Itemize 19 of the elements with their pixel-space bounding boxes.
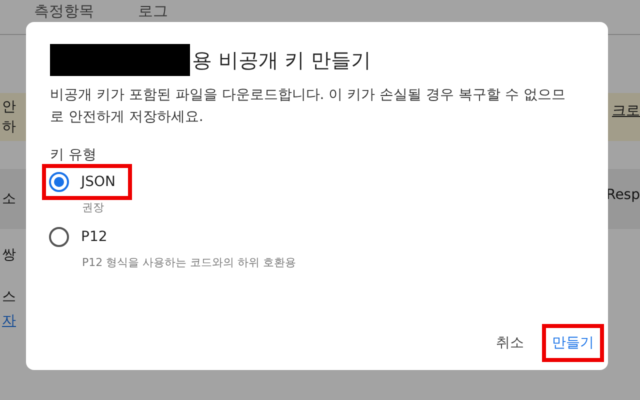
row-text: 스 bbox=[2, 288, 16, 307]
row-text: 소 bbox=[2, 190, 16, 208]
row-text: Resp bbox=[606, 187, 640, 203]
radio-button[interactable] bbox=[49, 227, 69, 247]
option-label: JSON bbox=[81, 174, 116, 190]
create-button[interactable]: 만들기 bbox=[546, 328, 600, 358]
dialog-description: 비공개 키가 포함된 파일을 다운로드합니다. 이 키가 손실될 경우 복구할 수 없으므로 안전하게 저장하세요. bbox=[50, 86, 566, 127]
banner-text: 안 bbox=[2, 98, 16, 117]
cancel-button[interactable]: 취소 bbox=[490, 328, 530, 358]
row-text: 쌍 bbox=[2, 246, 16, 265]
option-hint: 권장 bbox=[81, 200, 105, 215]
option-label: P12 bbox=[81, 229, 108, 245]
banner-text: 하 bbox=[2, 118, 16, 137]
link[interactable]: 자 bbox=[2, 309, 16, 333]
radio-button[interactable] bbox=[49, 172, 69, 192]
field-label: 키 유형 bbox=[50, 146, 98, 164]
banner-text: 크로 bbox=[612, 102, 640, 121]
dialog-title: 용 비공개 키 만들기 bbox=[192, 46, 372, 74]
option-hint: P12 형식을 사용하는 코드와의 하위 호환용 bbox=[81, 255, 298, 270]
